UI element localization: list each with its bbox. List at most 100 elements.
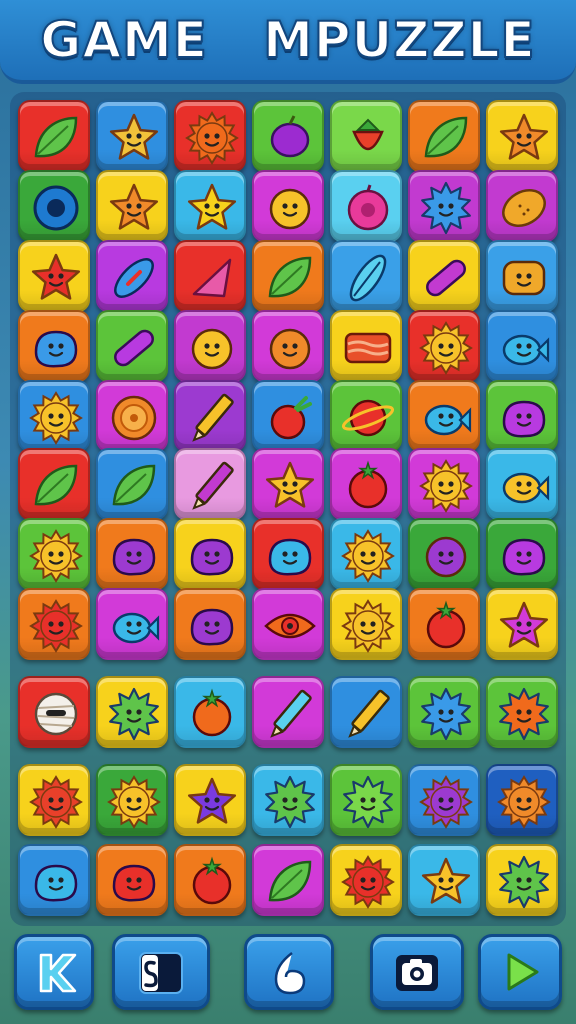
puzzle-tile[interactable] — [486, 240, 558, 312]
puzzle-tile[interactable] — [252, 380, 324, 452]
puzzle-tile[interactable] — [96, 588, 168, 660]
pencil-icon — [192, 393, 234, 442]
puzzle-tile[interactable] — [96, 448, 168, 520]
play-button[interactable] — [478, 934, 562, 1010]
puzzle-tile[interactable] — [18, 448, 90, 520]
star-icon — [187, 777, 237, 824]
puzzle-tile[interactable] — [174, 518, 246, 590]
puzzle-tile[interactable] — [486, 100, 558, 172]
puzzle-tile[interactable] — [174, 588, 246, 660]
puzzle-tile[interactable] — [330, 588, 402, 660]
puzzle-tile[interactable] — [330, 380, 402, 452]
smiley-icon — [191, 328, 233, 370]
puzzle-tile[interactable] — [408, 588, 480, 660]
puzzle-tile[interactable] — [330, 676, 402, 748]
puzzle-tile[interactable] — [252, 310, 324, 382]
puzzle-tile[interactable] — [18, 764, 90, 836]
puzzle-tile[interactable] — [330, 240, 402, 312]
sun-icon — [29, 599, 83, 653]
hint-button[interactable] — [244, 934, 334, 1010]
puzzle-tile[interactable] — [18, 588, 90, 660]
puzzle-tile[interactable] — [486, 844, 558, 916]
orange-slice-icon — [111, 395, 157, 441]
puzzle-tile[interactable] — [96, 676, 168, 748]
puzzle-tile[interactable] — [18, 100, 90, 172]
sun-icon — [29, 775, 83, 829]
puzzle-tile[interactable] — [408, 380, 480, 452]
puzzle-tile[interactable] — [330, 170, 402, 242]
puzzle-tile[interactable] — [408, 448, 480, 520]
puzzle-tile[interactable] — [486, 170, 558, 242]
puzzle-tile[interactable] — [174, 764, 246, 836]
hint-icon — [274, 952, 306, 995]
puzzle-tile[interactable] — [96, 240, 168, 312]
puzzle-tile[interactable] — [252, 240, 324, 312]
puzzle-tile[interactable] — [408, 100, 480, 172]
puzzle-tile[interactable] — [408, 764, 480, 836]
puzzle-tile[interactable] — [174, 676, 246, 748]
puzzle-tile[interactable] — [252, 518, 324, 590]
puzzle-tile[interactable] — [96, 170, 168, 242]
puzzle-tile[interactable] — [252, 676, 324, 748]
puzzle-tile[interactable] — [486, 676, 558, 748]
s-button[interactable] — [112, 934, 210, 1010]
puzzle-tile[interactable] — [174, 448, 246, 520]
puzzle-tile[interactable] — [252, 100, 324, 172]
puzzle-tile[interactable] — [96, 100, 168, 172]
puzzle-tile[interactable] — [408, 518, 480, 590]
puzzle-tile[interactable] — [18, 676, 90, 748]
puzzle-tile[interactable] — [18, 380, 90, 452]
puzzle-tile[interactable] — [486, 310, 558, 382]
puzzle-tile[interactable] — [174, 310, 246, 382]
k-button[interactable] — [14, 934, 94, 1010]
puzzle-tile[interactable] — [96, 844, 168, 916]
camera-button[interactable] — [370, 934, 464, 1010]
puzzle-tile[interactable] — [330, 310, 402, 382]
puzzle-tile[interactable] — [252, 588, 324, 660]
puzzle-tile[interactable] — [408, 170, 480, 242]
puzzle-tile[interactable] — [408, 240, 480, 312]
puzzle-tile[interactable] — [330, 100, 402, 172]
puzzle-tile[interactable] — [408, 676, 480, 748]
puzzle-tile[interactable] — [252, 764, 324, 836]
puzzle-tile[interactable] — [330, 448, 402, 520]
puzzle-tile[interactable] — [174, 240, 246, 312]
puzzle-tile[interactable] — [252, 170, 324, 242]
puzzle-tile[interactable] — [252, 448, 324, 520]
puzzle-tile[interactable] — [408, 310, 480, 382]
puzzle-tile[interactable] — [18, 310, 90, 382]
mummy-icon — [34, 692, 78, 736]
blob-icon — [190, 538, 234, 576]
puzzle-tile[interactable] — [18, 518, 90, 590]
fish-icon — [502, 334, 550, 366]
puzzle-tile[interactable] — [18, 170, 90, 242]
puzzle-tile[interactable] — [96, 518, 168, 590]
puzzle-tile[interactable] — [252, 844, 324, 916]
puzzle-tile[interactable] — [486, 764, 558, 836]
puzzle-tile[interactable] — [96, 310, 168, 382]
puzzle-tile[interactable] — [174, 170, 246, 242]
puzzle-tile[interactable] — [486, 380, 558, 452]
puzzle-tile[interactable] — [174, 844, 246, 916]
star-icon — [109, 183, 159, 230]
puzzle-tile[interactable] — [330, 844, 402, 916]
puzzle-tile[interactable] — [96, 764, 168, 836]
puzzle-tile[interactable] — [486, 588, 558, 660]
square-face-icon — [502, 260, 546, 296]
puzzle-tile[interactable] — [330, 764, 402, 836]
puzzle-tile[interactable] — [18, 240, 90, 312]
sun-icon — [29, 529, 83, 583]
blob-icon — [268, 538, 312, 576]
puzzle-tile[interactable] — [486, 518, 558, 590]
puzzle-tile[interactable] — [486, 448, 558, 520]
puzzle-tile[interactable] — [18, 844, 90, 916]
puzzle-tile[interactable] — [96, 380, 168, 452]
spiky-icon — [343, 775, 393, 829]
puzzle-tile[interactable] — [330, 518, 402, 590]
pencil-icon — [192, 461, 234, 510]
puzzle-tile[interactable] — [174, 380, 246, 452]
leaf-icon — [34, 464, 78, 506]
fish-icon — [112, 612, 160, 644]
puzzle-tile[interactable] — [174, 100, 246, 172]
puzzle-tile[interactable] — [408, 844, 480, 916]
